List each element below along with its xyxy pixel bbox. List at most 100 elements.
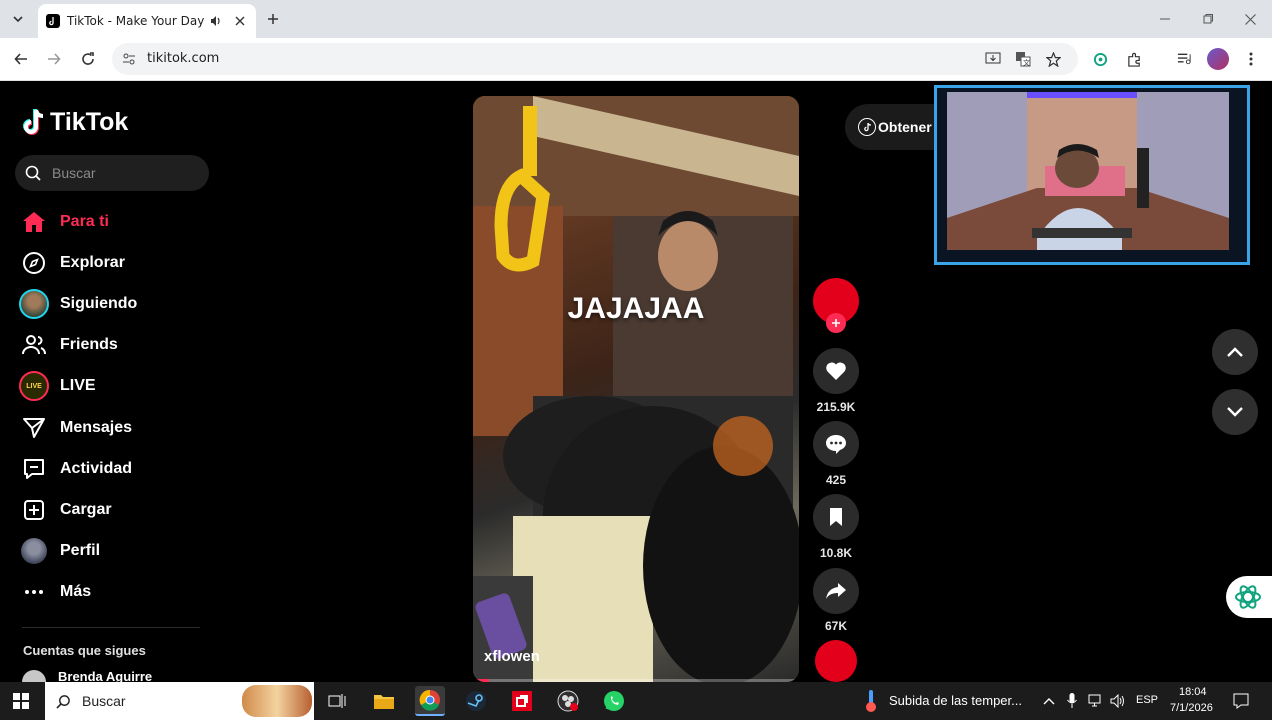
previous-video-button[interactable] — [1212, 329, 1258, 375]
search-input[interactable]: Buscar — [15, 155, 209, 191]
windows-start-icon[interactable] — [12, 692, 30, 710]
minimize-icon[interactable] — [1155, 9, 1175, 29]
comment-icon — [826, 435, 846, 454]
follow-plus-icon[interactable] — [826, 313, 846, 333]
get-app-label: Obtener — [878, 119, 932, 135]
site-info-icon[interactable] — [121, 51, 137, 67]
forward-arrow-icon[interactable] — [44, 49, 64, 69]
back-arrow-icon[interactable] — [11, 49, 31, 69]
nav-item-explorar[interactable]: Explorar — [18, 247, 218, 279]
chatgpt-extension-icon[interactable] — [1090, 49, 1110, 69]
search-icon — [25, 165, 41, 181]
tiktok-note-icon — [23, 109, 44, 135]
taskbar-search-label: Buscar — [82, 693, 126, 709]
profile-avatar-icon[interactable] — [1207, 48, 1229, 70]
nav-label: Para ti — [60, 213, 109, 230]
nav-item-cargar[interactable]: Cargar — [18, 494, 218, 526]
nav-label: LIVE — [60, 377, 96, 394]
upload-icon — [18, 494, 50, 526]
tiktok-logo[interactable]: TikTok — [22, 106, 128, 138]
chrome-icon[interactable] — [415, 686, 445, 716]
reload-icon[interactable] — [78, 49, 98, 69]
microphone-icon[interactable] — [1064, 692, 1080, 710]
thermometer-icon[interactable] — [856, 686, 886, 716]
tab-search-chevron-icon[interactable] — [8, 9, 28, 29]
address-bar[interactable]: tikitok.com — [112, 43, 1078, 75]
amd-software-icon[interactable] — [507, 686, 537, 716]
close-window-icon[interactable] — [1240, 9, 1260, 29]
media-control-icon[interactable] — [1174, 49, 1194, 69]
tray-chevron-up-icon[interactable] — [1041, 693, 1057, 709]
nav-label: Actividad — [60, 460, 133, 477]
share-arrow-icon — [826, 583, 846, 599]
search-highlight-image — [242, 685, 312, 717]
compass-icon — [18, 247, 50, 279]
extensions-puzzle-icon[interactable] — [1124, 49, 1144, 69]
activity-icon — [18, 453, 50, 485]
nav-item-live[interactable]: LIVE LIVE — [18, 370, 218, 402]
nav-item-actividad[interactable]: Actividad — [18, 453, 218, 485]
video-caption: JAJAJAA — [567, 292, 705, 325]
comment-count: 425 — [825, 473, 847, 487]
share-count: 67K — [824, 619, 847, 633]
tab-audio-icon[interactable] — [208, 13, 224, 29]
browser-tab-bar: TikTok - Make Your Day — [0, 0, 1272, 38]
new-tab-icon[interactable] — [263, 9, 283, 29]
nav-item-siguiendo[interactable]: Siguiendo — [18, 288, 218, 320]
nav-item-friends[interactable]: Friends — [18, 329, 218, 361]
clock-time[interactable]: 18:04 — [1179, 686, 1207, 698]
steam-icon[interactable] — [461, 686, 491, 716]
video-author[interactable]: xflowen — [484, 648, 540, 665]
chevron-down-icon — [1227, 407, 1243, 417]
sidebar-divider — [22, 627, 200, 628]
nav-label: Más — [60, 583, 92, 600]
browser-tab-tiktok[interactable]: TikTok - Make Your Day — [38, 4, 256, 38]
next-creator-avatar[interactable] — [815, 640, 857, 682]
tab-close-icon[interactable] — [231, 12, 249, 30]
like-button[interactable] — [813, 348, 859, 394]
chevron-up-icon — [1227, 347, 1243, 357]
heart-icon — [826, 362, 846, 380]
volume-icon[interactable] — [1109, 692, 1127, 710]
translate-icon[interactable]: 文 — [1013, 49, 1033, 69]
clock-date[interactable]: 7/1/2026 — [1170, 702, 1213, 714]
svg-text:文: 文 — [1023, 58, 1030, 67]
webcam-scene — [937, 88, 1247, 262]
obs-studio-icon[interactable] — [553, 686, 583, 716]
profile-avatar-icon — [18, 535, 50, 567]
restore-icon[interactable] — [1198, 9, 1218, 29]
nav-item-mas[interactable]: Más — [18, 576, 218, 608]
live-icon: LIVE — [18, 370, 50, 402]
nav-item-para-ti[interactable]: Para ti — [18, 206, 218, 238]
nav-label: Cargar — [60, 501, 112, 518]
search-icon — [55, 693, 71, 709]
task-view-icon[interactable] — [322, 686, 352, 716]
logo-text: TikTok — [50, 107, 129, 136]
nav-item-mensajes[interactable]: Mensajes — [18, 412, 218, 444]
nav-label: Perfil — [60, 542, 101, 559]
network-icon[interactable] — [1087, 692, 1105, 710]
save-button[interactable] — [813, 494, 859, 540]
language-indicator[interactable]: ESP — [1136, 694, 1158, 706]
next-video-button[interactable] — [1212, 389, 1258, 435]
bookmark-star-icon[interactable] — [1043, 49, 1063, 69]
nav-item-perfil[interactable]: Perfil — [18, 535, 218, 567]
chatgpt-side-button[interactable] — [1226, 576, 1272, 618]
search-placeholder: Buscar — [52, 165, 96, 181]
video-player[interactable]: JAJAJAA xflowen — [473, 96, 799, 682]
menu-kebab-icon[interactable] — [1241, 49, 1261, 69]
video-frame-scene — [473, 96, 799, 682]
whatsapp-icon[interactable] — [599, 686, 629, 716]
comment-button[interactable] — [813, 421, 859, 467]
notification-center-icon[interactable] — [1232, 692, 1250, 710]
share-button[interactable] — [813, 568, 859, 614]
send-icon — [18, 412, 50, 444]
file-explorer-icon[interactable] — [369, 686, 399, 716]
chatgpt-logo-icon — [1235, 585, 1261, 609]
tiktok-favicon-icon — [46, 14, 60, 28]
weather-text[interactable]: Subida de las temper... — [889, 693, 1022, 708]
install-app-icon[interactable] — [983, 49, 1003, 69]
nav-label: Explorar — [60, 254, 125, 271]
webcam-overlay — [934, 85, 1250, 265]
taskbar-search[interactable]: Buscar — [45, 682, 314, 720]
